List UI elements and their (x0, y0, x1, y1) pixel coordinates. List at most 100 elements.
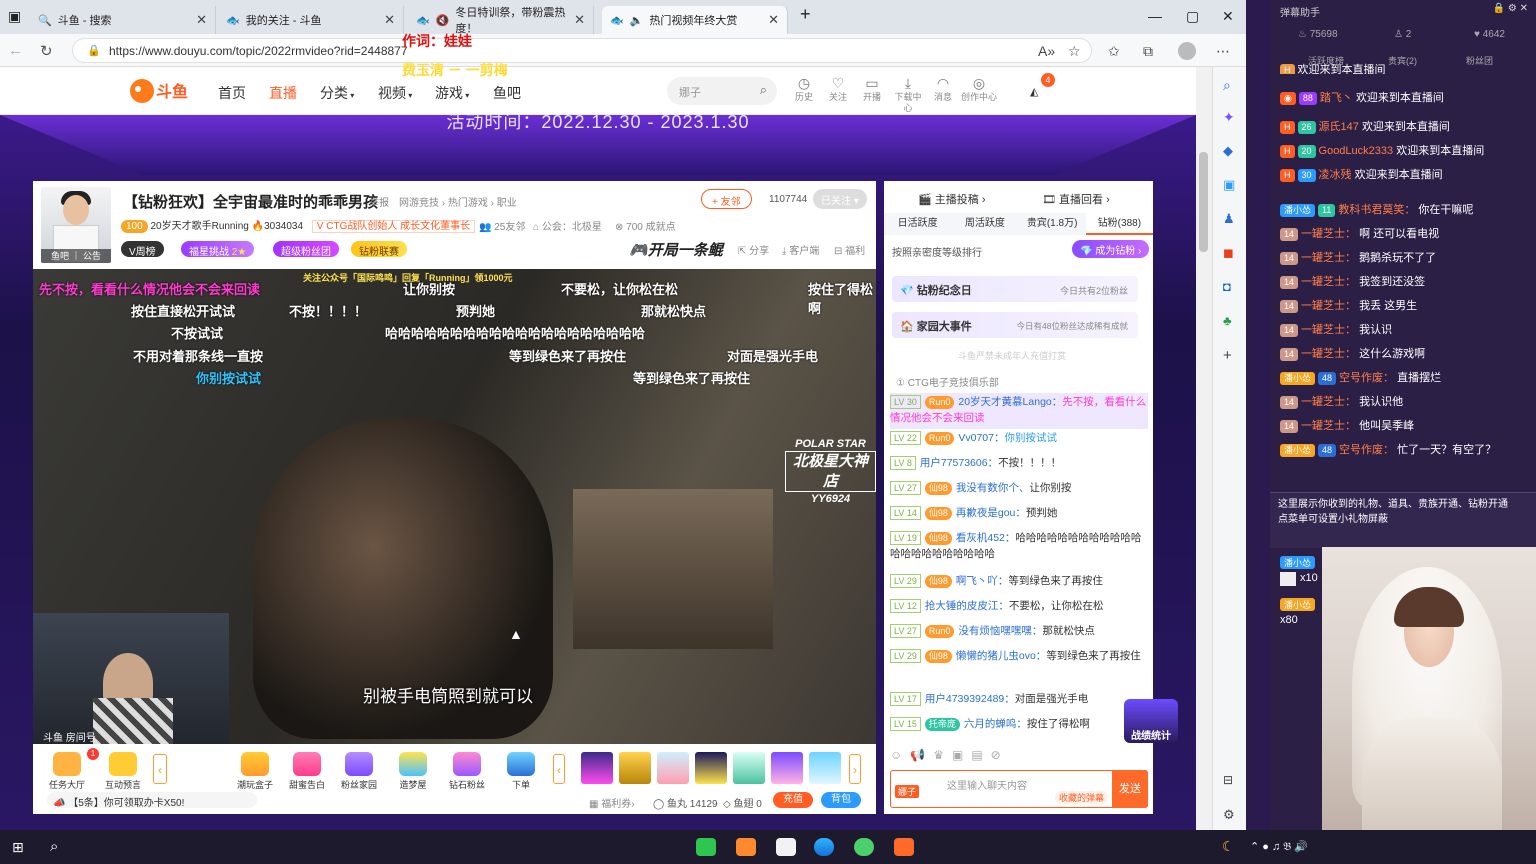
lock-icon[interactable]: 🔒 ⚙ ✕ (1493, 3, 1528, 14)
chat-message[interactable]: LV 27 Run0 没有烦恼嘿嘿嘿：那就松快点 (890, 624, 1148, 640)
sidebar-toggle-icon[interactable]: ⊟ (1223, 773, 1233, 787)
chat-input-box[interactable]: 娜子 这里输入聊天内容 收藏的弹幕 发送 (890, 770, 1148, 808)
become-diamond-button[interactable]: 💎 成为钻粉 › (1072, 240, 1150, 258)
nav-yuba[interactable]: 鱼吧 (493, 83, 521, 103)
douyu-logo[interactable]: 斗鱼 (128, 77, 192, 105)
tab-daily[interactable]: 日活跃度 (884, 213, 951, 235)
url-input[interactable]: 🔒 https://www.douyu.com/topic/2022rmvide… (72, 38, 1092, 63)
scroll-left-icon[interactable]: ‹ (553, 754, 565, 784)
achievement-points[interactable]: ⊗ 700 成就点 (615, 218, 676, 233)
chat-username[interactable]: 啊飞丶吖： (956, 575, 1009, 587)
close-window-icon[interactable]: ✕ (1222, 8, 1234, 25)
assistant-username[interactable]: 空号作废： (1339, 444, 1394, 456)
tab-actions-icon[interactable]: ▣ (8, 8, 21, 25)
gift-thumb[interactable] (581, 752, 613, 784)
gift-thumb[interactable] (695, 752, 727, 784)
close-icon[interactable]: ✕ (574, 12, 585, 28)
streamer-name[interactable]: 20岁天才歌手Running (150, 221, 248, 232)
back-icon[interactable]: ← (8, 42, 23, 59)
assistant-username[interactable]: 一罐芝士： (1301, 276, 1356, 288)
office-icon[interactable]: ◼ (1223, 245, 1234, 261)
browser-tab[interactable]: 🐟 我的关注 - 斗鱼 ✕ (218, 6, 404, 34)
notice-bar[interactable]: 📣 【5条】你可领取办卡X50! (47, 792, 257, 809)
tag-icon[interactable]: ◆ (1223, 143, 1233, 159)
chat-username[interactable]: 再歉夜是gou： (956, 507, 1026, 519)
message-button[interactable]: ◠ 消息 (928, 75, 958, 103)
followed-button[interactable]: 已关注 ▾ (813, 189, 867, 209)
search-icon[interactable]: ⌕ (1223, 77, 1231, 94)
neighbors[interactable]: 👥 25友邻 (479, 218, 525, 233)
nav-live[interactable]: 直播 (269, 83, 297, 103)
weekly-rank-pill[interactable]: V周榜 (121, 241, 164, 258)
chat-message[interactable]: LV 12 抢大锤的皮皮江：不要松，让你松在松 (890, 599, 1148, 615)
chat-username[interactable]: 六月的蝉鸣： (964, 718, 1027, 730)
lock-icon[interactable]: 🔒 (87, 44, 101, 57)
send-button[interactable]: 发送 (1112, 770, 1148, 808)
lucky-star-pill[interactable]: 福星挑战 2★ (181, 241, 255, 258)
nav-category[interactable]: 分类 ▾ (320, 83, 354, 103)
promo-banner[interactable]: 🎮开局一条鲲 (629, 239, 723, 260)
chat-username[interactable]: 用户4739392489： (925, 693, 1015, 705)
gift-item[interactable]: 粉丝家园 (341, 752, 377, 791)
gift-thumb[interactable] (657, 752, 689, 784)
new-tab-button[interactable]: + (800, 4, 811, 25)
gift-thumb[interactable] (771, 752, 803, 784)
super-fans-pill[interactable]: 超级粉丝团 (273, 241, 339, 258)
speaker-icon[interactable]: 🔈 (630, 14, 644, 27)
chat-message[interactable]: LV 19 仙98 看灰机452：哈哈哈哈哈哈哈哈哈哈哈哈哈哈哈哈哈哈哈哈哈哈 (890, 531, 1148, 563)
assistant-username[interactable]: 一罐芝士： (1301, 228, 1356, 240)
video-player[interactable]: 关注公众号「国际鸣鸣」回复「Running」领1000元 先不按，看看什么情况他… (33, 269, 876, 744)
tree-icon[interactable]: ♣ (1223, 313, 1232, 328)
task-hall-button[interactable]: 任务大厅 (45, 752, 89, 791)
scroll-thumb[interactable] (1199, 152, 1208, 252)
settings-icon[interactable]: ⊘ (991, 748, 1001, 766)
chat-username[interactable]: Vv0707： (958, 432, 1004, 444)
saved-barrage-button[interactable]: 收藏的弹幕 (1055, 791, 1109, 804)
assistant-username[interactable]: 源氏147 (1319, 121, 1359, 133)
battle-stats-button[interactable]: 战绩统计 (1124, 699, 1178, 743)
game-icon[interactable] (854, 838, 874, 856)
chat-message[interactable]: LV 22 Run0 Vv0707：你别按试试 (890, 431, 1148, 447)
profile-icon[interactable] (1178, 42, 1196, 60)
outlook-icon[interactable]: ◘ (1223, 279, 1231, 294)
assistant-username[interactable]: 一罐芝士： (1301, 300, 1356, 312)
diamond-league-pill[interactable]: 钻粉联赛 (351, 241, 407, 258)
gift-box-icon[interactable]: ▤ (971, 748, 982, 766)
chat-message[interactable]: LV 14 仙98 再歉夜是gou：预判她 (890, 506, 1148, 522)
search-icon[interactable]: ⌕ (50, 838, 58, 855)
chat-message[interactable]: LV 17 用户4739392489：对面是强光手电 (890, 692, 1148, 708)
read-aloud-icon[interactable]: A» (1038, 43, 1055, 59)
chat-message[interactable]: LV 29 仙98 懒懒的猪儿虫ovo：等到绿色来了再按住 (890, 649, 1148, 665)
tab-vip[interactable]: 贵宾(1.8万) (1019, 213, 1086, 235)
follow-button[interactable]: ♡ 关注 (823, 75, 853, 103)
chat-message[interactable]: LV 8 用户77573606：不按！！！！ (890, 456, 1148, 472)
gift-item[interactable]: 甜蜜告白 (289, 752, 325, 791)
add-icon[interactable]: + (1223, 347, 1232, 364)
assistant-username[interactable]: 一罐芝士： (1301, 324, 1356, 336)
assistant-username[interactable]: 一罐芝士： (1301, 348, 1356, 360)
toolbox-icon[interactable]: ▣ (1223, 177, 1235, 193)
client-button[interactable]: ⤓ 客户端 (782, 242, 819, 257)
assistant-username[interactable]: 一罐芝士： (1301, 396, 1356, 408)
event-home[interactable]: 🏠 家园大事件 今日有48位粉丝达成稀有成就 (892, 312, 1138, 338)
badge-icon[interactable]: ▣ (952, 748, 963, 766)
windows-start-icon[interactable]: ⊞ (12, 839, 24, 856)
search-icon[interactable]: ⌕ (760, 82, 767, 98)
browser-tab[interactable]: 🐟 🔇 冬日特训祭，带粉震热度！ ✕ (408, 6, 594, 35)
browser-tab[interactable]: 🔍 斗鱼 - 搜索 ✕ (30, 6, 216, 34)
close-icon[interactable]: ✕ (384, 12, 395, 28)
streamer-posts-link[interactable]: 🎬 主播投稿 › (918, 191, 986, 207)
nav-game[interactable]: 游戏 ▾ (435, 83, 469, 103)
chat-message[interactable]: LV 27 仙98 我没有数你个、让你别按 (890, 481, 1148, 497)
chat-username[interactable]: 20岁天才黄慕Lango： (958, 396, 1062, 408)
maximize-icon[interactable]: ▢ (1186, 8, 1199, 25)
chat-username[interactable]: 用户77573606： (920, 457, 998, 469)
gift-item[interactable]: 潮玩盒子 (237, 752, 273, 791)
share-button[interactable]: ⇱ 分享 (738, 242, 769, 257)
favorites-icon[interactable]: ✩ (1108, 43, 1120, 60)
welfare-coupon[interactable]: ▦ 福利券› (589, 795, 635, 810)
favorite-add-icon[interactable]: ☆ (1068, 43, 1081, 60)
trophy-icon[interactable]: ♛ (933, 748, 944, 766)
chat-username[interactable]: 没有烦恼嘿嘿嘿： (958, 625, 1042, 637)
gift-item[interactable]: 下单 (503, 752, 539, 791)
